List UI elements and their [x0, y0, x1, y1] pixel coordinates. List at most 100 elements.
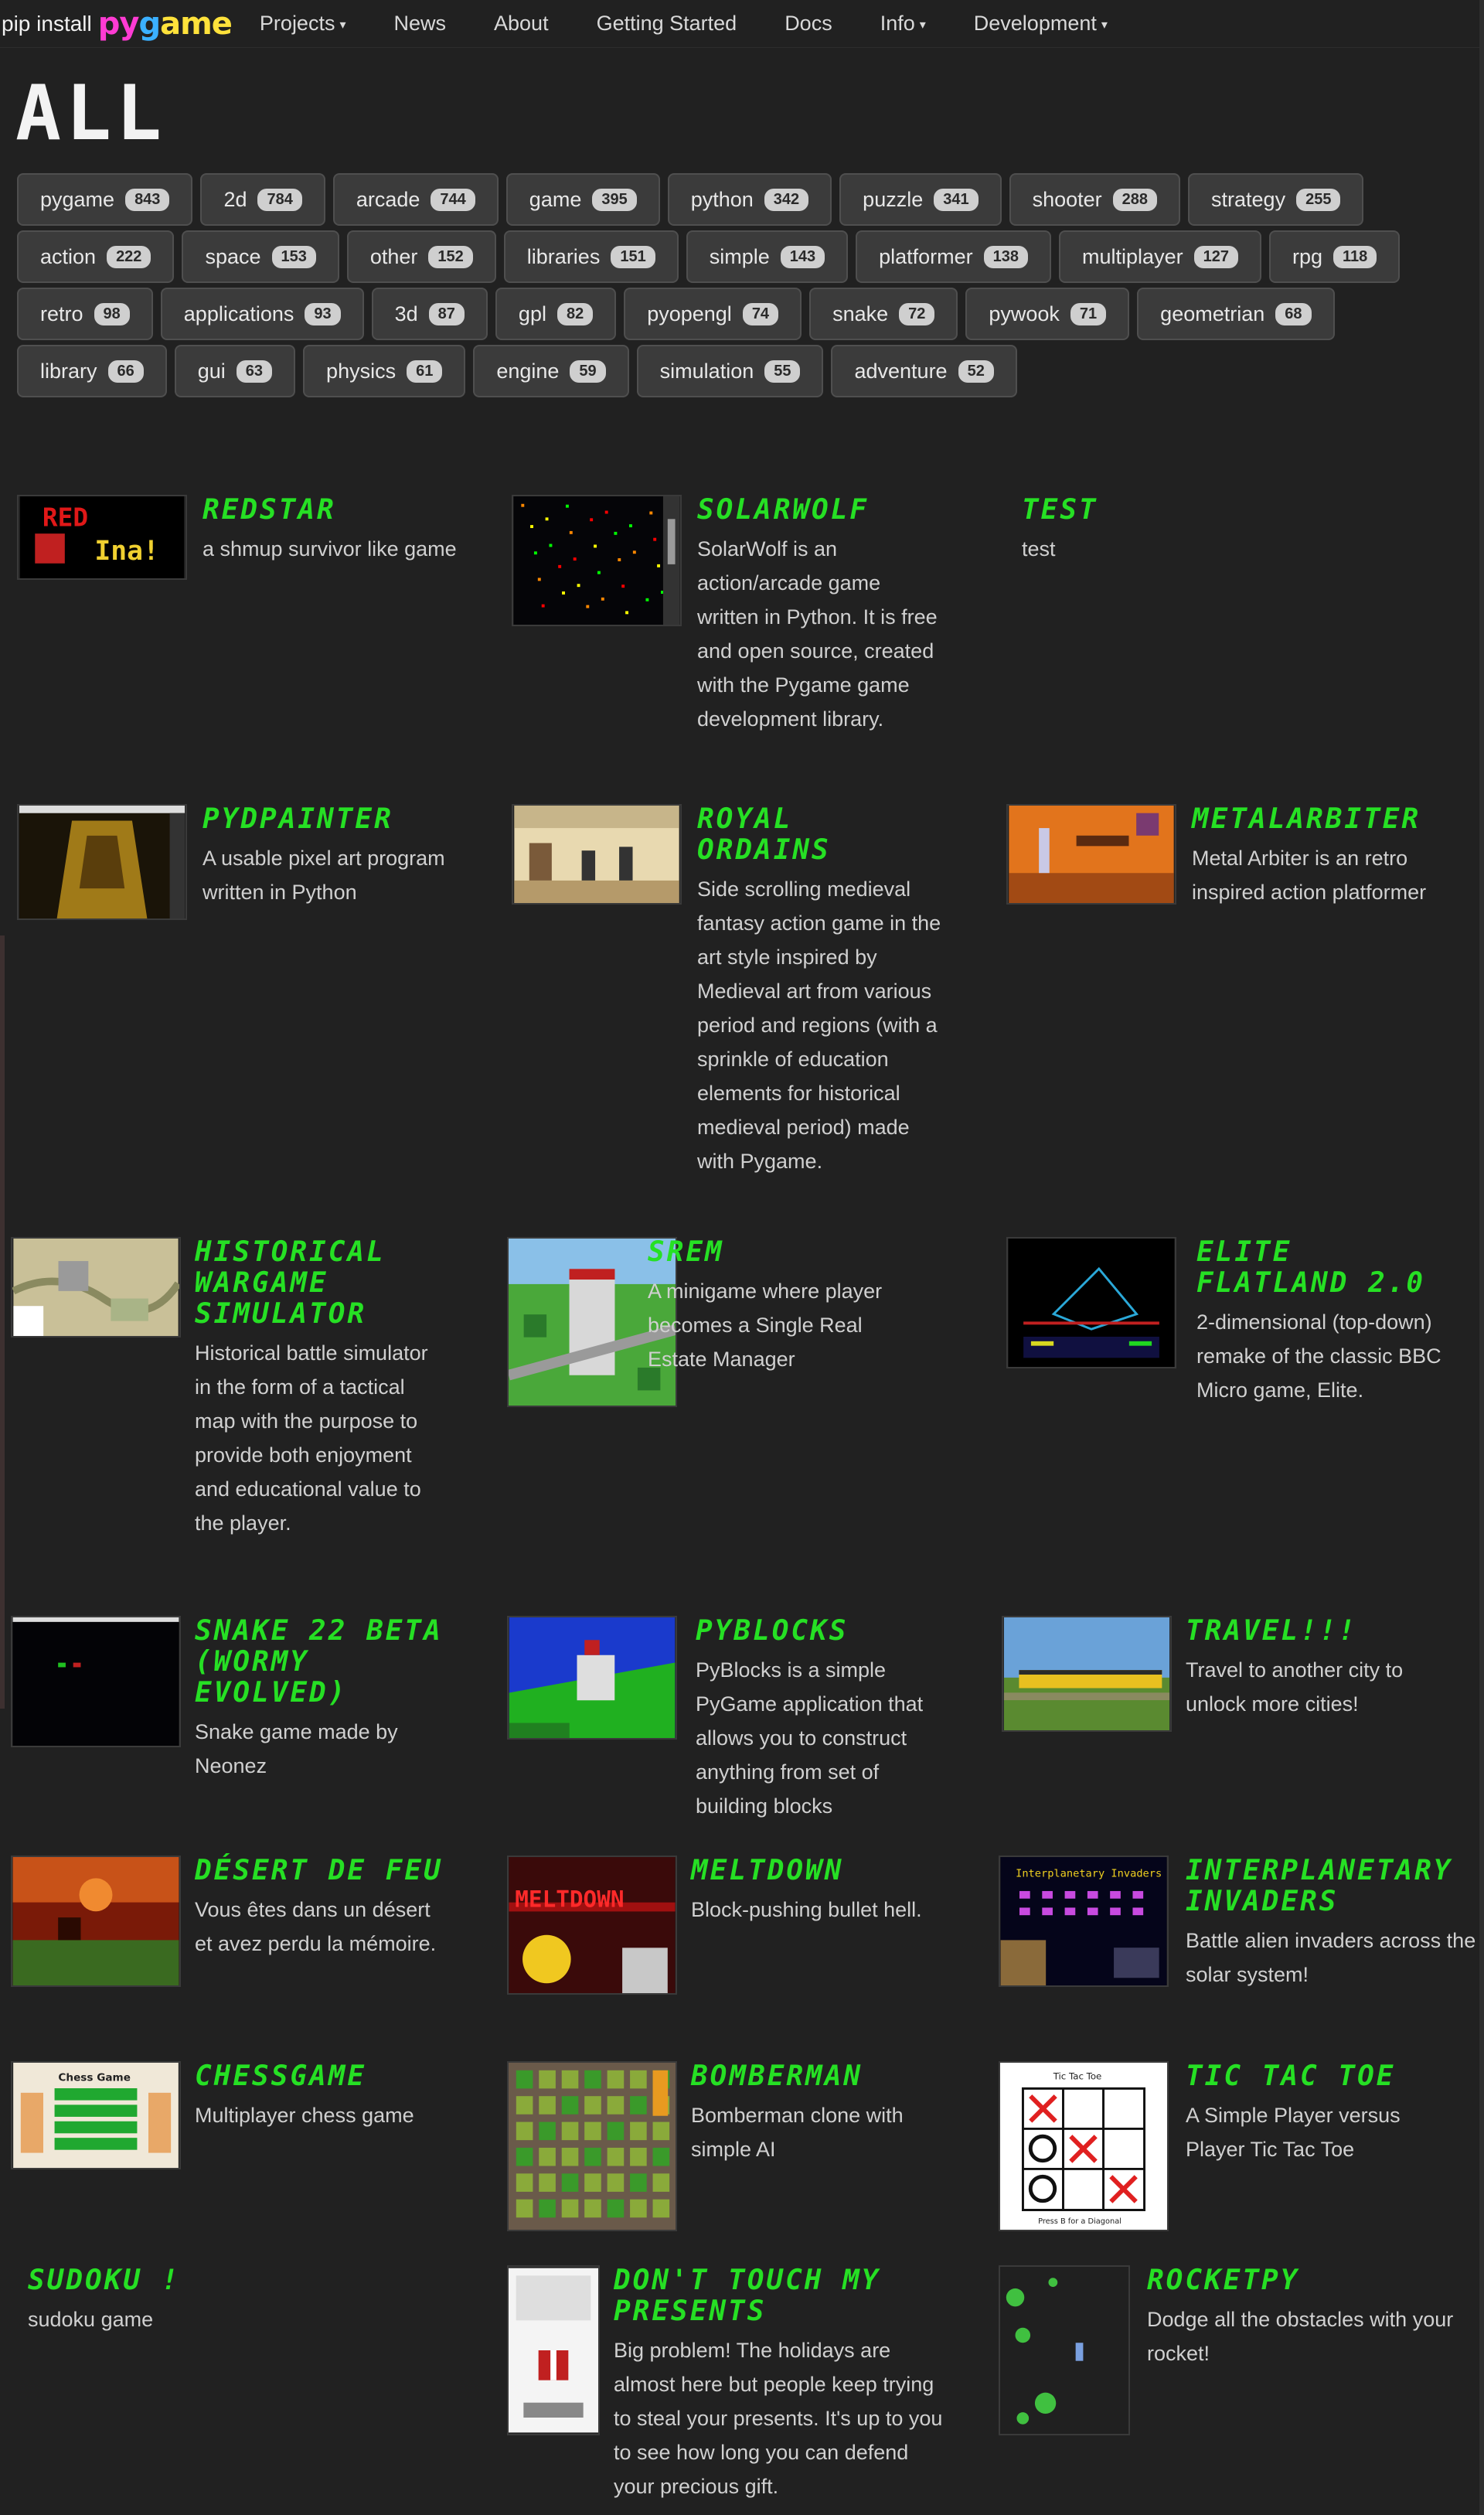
tag-label: pyopengl — [647, 302, 732, 325]
tag-button-engine[interactable]: engine 59 — [473, 345, 629, 397]
project-title-link[interactable]: CHESSGAME — [195, 2061, 458, 2092]
project-title-link[interactable]: ROYAL ORDAINS — [697, 804, 945, 866]
project-title-link[interactable]: PYBLOCKS — [696, 1616, 951, 1647]
page-scrollbar[interactable] — [1479, 0, 1484, 2515]
tag-label: other — [369, 244, 418, 268]
project-title-link[interactable]: SREM — [648, 1237, 918, 1268]
project-thumbnail[interactable] — [1006, 804, 1176, 905]
project-title-link[interactable]: BOMBERMAN — [691, 2061, 946, 2092]
tag-button-library[interactable]: library 66 — [17, 345, 167, 397]
project-info: SNAKE 22 BETA (WORMY EVOLVED) Snake game … — [195, 1616, 458, 1783]
nav-item-news[interactable]: News — [394, 12, 447, 36]
project-thumbnail[interactable] — [1006, 1237, 1176, 1368]
project-thumbnail[interactable]: Tic Tac Toe Press B for a Diagonal — [999, 2061, 1169, 2231]
project-thumbnail[interactable] — [507, 2265, 600, 2435]
tag-button-snake[interactable]: snake 72 — [809, 288, 958, 340]
project-thumbnail[interactable] — [17, 804, 187, 920]
project-title-link[interactable]: PYDPAINTER — [203, 804, 465, 835]
project-title-link[interactable]: METALARBITER — [1192, 804, 1470, 835]
tag-button-3d[interactable]: 3d 87 — [371, 288, 488, 340]
nav-item-projects[interactable]: Projects ▾ — [260, 12, 346, 36]
tag-button-shooter[interactable]: shooter 288 — [1009, 173, 1181, 226]
tag-button-geometrian[interactable]: geometrian 68 — [1137, 288, 1335, 340]
project-info: INTERPLANETARY INVADERS Battle alien inva… — [1186, 1856, 1479, 1992]
nav-item-docs[interactable]: Docs — [785, 12, 832, 36]
tag-button-strategy[interactable]: strategy 255 — [1188, 173, 1364, 226]
nav-item-info[interactable]: Info ▾ — [880, 12, 926, 36]
project-title-link[interactable]: ROCKETPY — [1147, 2265, 1456, 2296]
tag-label: game — [529, 187, 582, 211]
project-title-link[interactable]: SNAKE 22 BETA (WORMY EVOLVED) — [195, 1616, 458, 1709]
tag-count-badge: 152 — [428, 245, 473, 268]
tag-button-simple[interactable]: simple 143 — [686, 230, 849, 283]
tag-button-game[interactable]: game 395 — [505, 173, 660, 226]
project-thumbnail[interactable]: MELTDOWN — [507, 1856, 677, 1995]
tag-button-applications[interactable]: applications 93 — [160, 288, 364, 340]
project-thumbnail[interactable] — [11, 1616, 181, 1747]
project-title-link[interactable]: INTERPLANETARY INVADERS — [1186, 1856, 1479, 1917]
project-info: SREM A minigame where player becomes a Si… — [648, 1237, 918, 1376]
logo-letter: a — [160, 5, 181, 42]
project-thumbnail[interactable] — [507, 1616, 677, 1740]
project-description: Dodge all the obstacles with your rocket… — [1147, 2308, 1454, 2365]
project-thumbnail[interactable] — [512, 495, 682, 626]
tag-button-adventure[interactable]: adventure 52 — [831, 345, 1017, 397]
tag-button-retro[interactable]: retro 98 — [17, 288, 153, 340]
project-thumbnail[interactable] — [512, 804, 682, 905]
tag-button-rpg[interactable]: rpg 118 — [1268, 230, 1401, 283]
tag-label: engine — [496, 359, 560, 383]
project-title-link[interactable]: SOLARWOLF — [697, 495, 945, 526]
project-thumbnail[interactable] — [11, 1237, 181, 1338]
tag-button-libraries[interactable]: libraries 151 — [503, 230, 679, 283]
tag-button-arcade[interactable]: arcade 744 — [332, 173, 499, 226]
tag-label: arcade — [356, 187, 420, 211]
tag-button-pygame[interactable]: pygame 843 — [17, 173, 193, 226]
project-info: HISTORICAL WARGAME SIMULATOR Historical b… — [195, 1237, 450, 1540]
project-thumbnail[interactable] — [999, 2265, 1130, 2435]
tag-button-python[interactable]: python 342 — [667, 173, 832, 226]
project-title-link[interactable]: TEST — [1022, 495, 1254, 526]
project-title-link[interactable]: TIC TAC TOE — [1186, 2061, 1464, 2092]
project-thumbnail[interactable] — [1002, 1616, 1172, 1732]
project-title-link[interactable]: SUDOKU ! — [28, 2265, 461, 2296]
project-title-link[interactable]: TRAVEL!!! — [1186, 1616, 1464, 1647]
project-thumbnail[interactable] — [507, 2061, 677, 2231]
tag-button-2d[interactable]: 2d 784 — [200, 173, 325, 226]
project-title-link[interactable]: ELITE FLATLAND 2.0 — [1196, 1237, 1452, 1299]
tag-button-multiplayer[interactable]: multiplayer 127 — [1059, 230, 1261, 283]
tag-button-space[interactable]: space 153 — [182, 230, 339, 283]
project-thumbnail[interactable] — [11, 1856, 181, 1987]
tag-button-gpl[interactable]: gpl 82 — [495, 288, 617, 340]
project-description: Bomberman clone with simple AI — [691, 2104, 904, 2161]
pip-install-label: pip install — [2, 11, 92, 36]
tag-list: pygame 843 2d 784 arcade 744 game 395 python 342 p… — [17, 173, 1455, 397]
nav-item-about[interactable]: About — [494, 12, 549, 36]
project-title-link[interactable]: REDSTAR — [203, 495, 465, 526]
nav-item-getting-started[interactable]: Getting Started — [597, 12, 737, 36]
project-title-link[interactable]: HISTORICAL WARGAME SIMULATOR — [195, 1237, 450, 1330]
project-thumbnail[interactable]: RED Ina! — [17, 495, 187, 580]
project-title-link[interactable]: DéSERT DE FEU — [195, 1856, 450, 1886]
tag-button-pywook[interactable]: pywook 71 — [965, 288, 1130, 340]
tag-button-puzzle[interactable]: puzzle 341 — [839, 173, 1002, 226]
tag-label: adventure — [854, 359, 948, 383]
nav-item-development[interactable]: Development ▾ — [974, 12, 1108, 36]
tag-button-other[interactable]: other 152 — [346, 230, 496, 283]
tag-button-simulation[interactable]: simulation 55 — [636, 345, 824, 397]
pygame-logo[interactable]: pygame — [98, 5, 233, 42]
project-thumbnail[interactable]: Interplanetary Invaders — [999, 1856, 1169, 1987]
project-thumbnail[interactable]: Chess Game — [11, 2061, 181, 2169]
tag-label: shooter — [1032, 187, 1102, 211]
tag-label: simple — [709, 244, 770, 268]
tag-button-pyopengl[interactable]: pyopengl 74 — [624, 288, 802, 340]
tag-count-badge: 288 — [1112, 188, 1158, 211]
project-description: Travel to another city to unlock more ci… — [1186, 1658, 1404, 1716]
tag-button-platformer[interactable]: platformer 138 — [856, 230, 1052, 283]
tag-button-gui[interactable]: gui 63 — [174, 345, 296, 397]
tag-label: action — [40, 244, 97, 268]
tag-button-action[interactable]: action 222 — [17, 230, 175, 283]
tag-label: gui — [197, 359, 226, 383]
tag-button-physics[interactable]: physics 61 — [303, 345, 466, 397]
project-title-link[interactable]: DON'T TOUCH MY PRESENTS — [614, 2265, 946, 2327]
project-title-link[interactable]: MELTDOWN — [691, 1856, 938, 1886]
